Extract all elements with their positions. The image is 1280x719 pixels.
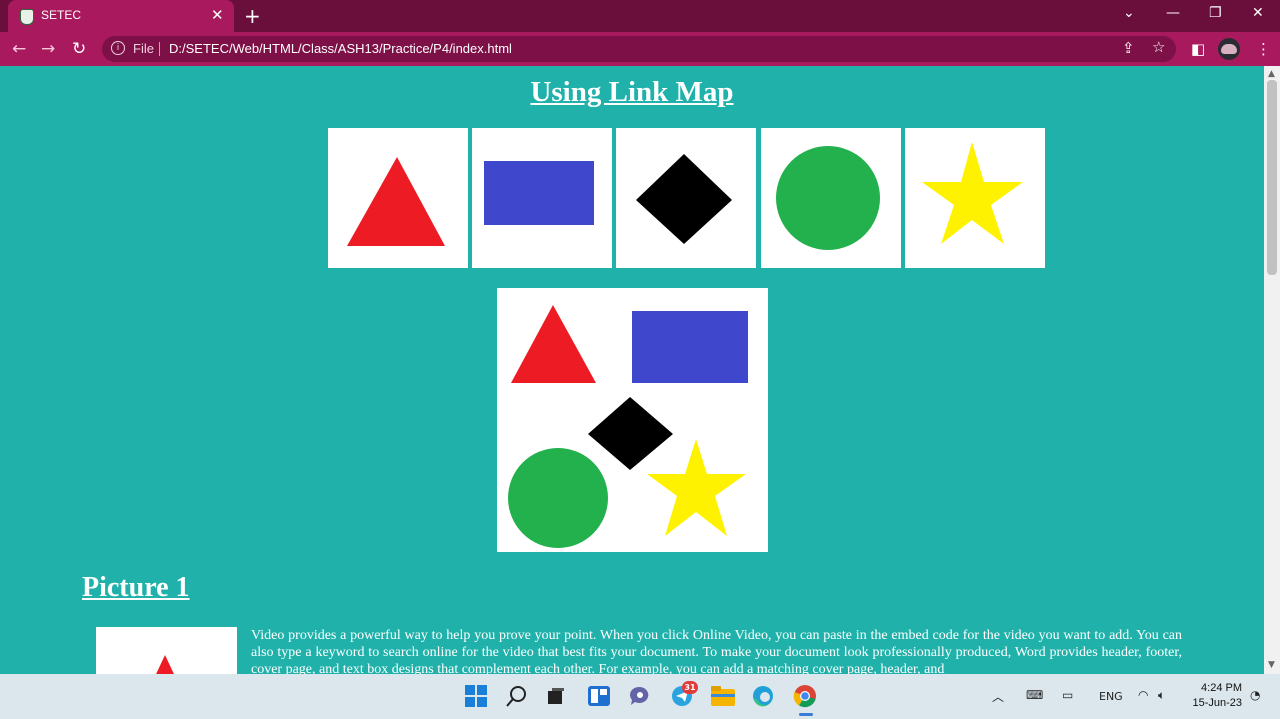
minimize-button[interactable]: — (1166, 5, 1180, 21)
url-text[interactable]: D:/SETEC/Web/HTML/Class/ASH13/Practice/P… (169, 41, 512, 56)
map-diamond-area (588, 397, 673, 470)
circle-link-image[interactable] (761, 128, 901, 268)
show-hidden-icons-chevron-icon[interactable]: ︿ (992, 688, 1004, 705)
display-icon[interactable]: ▭ (1062, 688, 1073, 702)
side-panel-icon[interactable]: ◧ (1191, 40, 1205, 58)
page-scrollbar[interactable]: ▲ ▼ (1264, 66, 1280, 674)
task-view-icon[interactable] (546, 687, 566, 705)
chat-icon[interactable] (629, 686, 651, 706)
image-map-shapes (508, 305, 748, 548)
wifi-icon[interactable]: ◠ (1138, 688, 1148, 702)
clock-date[interactable]: 15-Jun-23 (1190, 697, 1242, 709)
tab-search-chevron-icon[interactable]: ⌄ (1123, 5, 1135, 21)
scroll-up-arrow-icon[interactable]: ▲ (1268, 69, 1275, 79)
start-windows-icon[interactable] (465, 685, 487, 707)
window-close-button[interactable]: ✕ (1252, 5, 1264, 21)
widgets-icon[interactable] (588, 686, 610, 706)
picture-heading: Picture 1 (82, 572, 190, 603)
circle-icon (776, 146, 880, 250)
windows-taskbar: 31 ︿ ⌨ ▭ ENG ◠ 🔈︎ 4:24 PM 15-Jun-23 ◔ (0, 674, 1280, 719)
bookmark-star-icon[interactable]: ☆ (1152, 38, 1165, 56)
file-scheme-label: File (133, 41, 154, 56)
star-link-image[interactable] (905, 128, 1045, 268)
share-icon[interactable]: ⇪ (1122, 39, 1135, 57)
tab-title: SETEC (41, 8, 82, 22)
browser-tab[interactable]: SETEC ✕ (8, 0, 234, 32)
thumbnail-triangle-icon (156, 655, 174, 674)
diamond-icon (636, 154, 732, 244)
browser-toolbar: ← → ↻ i File D:/SETEC/Web/HTML/Class/ASH… (0, 32, 1280, 66)
address-separator (159, 42, 160, 56)
triangle-icon (347, 157, 445, 246)
map-triangle-area (511, 305, 596, 383)
setec-favicon-icon (20, 9, 34, 25)
scroll-down-arrow-icon[interactable]: ▼ (1268, 660, 1275, 670)
reload-icon[interactable]: ↻ (72, 39, 86, 59)
scroll-thumb[interactable] (1267, 80, 1277, 275)
edge-browser-icon[interactable] (752, 685, 774, 707)
file-explorer-icon[interactable] (711, 686, 735, 706)
volume-icon[interactable]: 🔈︎ (1158, 688, 1165, 703)
shapes-image-map[interactable] (497, 288, 768, 552)
triangle-link-image[interactable] (328, 128, 468, 268)
address-bar[interactable]: i File D:/SETEC/Web/HTML/Class/ASH13/Pra… (102, 36, 1176, 62)
star-icon (922, 142, 1023, 244)
keyboard-icon[interactable]: ⌨ (1026, 688, 1043, 702)
restore-button[interactable]: ❐ (1209, 5, 1222, 21)
clock-time[interactable]: 4:24 PM (1190, 682, 1242, 694)
map-circle-area (508, 448, 608, 548)
web-page: Using Link Map Picture 1 Video provides … (0, 66, 1264, 674)
picture-thumbnail (96, 627, 237, 674)
map-star-area (647, 439, 746, 536)
info-icon[interactable]: i (111, 41, 125, 55)
notifications-icon[interactable]: ◔ (1250, 688, 1260, 702)
rectangle-link-image[interactable] (472, 128, 612, 268)
map-rectangle-area (632, 311, 748, 383)
new-tab-button[interactable]: + (244, 4, 261, 28)
search-icon[interactable] (506, 685, 528, 707)
chrome-browser-icon[interactable] (793, 684, 817, 708)
picture-description: Video provides a powerful way to help yo… (251, 628, 1182, 674)
tab-close-button[interactable]: ✕ (211, 6, 224, 24)
telegram-badge: 31 (682, 681, 698, 694)
active-app-indicator (799, 713, 813, 716)
rectangle-icon (484, 161, 594, 225)
page-heading: Using Link Map (530, 76, 734, 108)
forward-arrow-icon[interactable]: → (41, 39, 55, 59)
profile-avatar[interactable] (1218, 38, 1240, 60)
menu-kebab-icon[interactable]: ⋮ (1256, 40, 1271, 58)
language-indicator[interactable]: ENG (1099, 690, 1123, 703)
browser-tab-strip: SETEC ✕ + ⌄ — ❐ ✕ (0, 0, 1280, 32)
back-arrow-icon[interactable]: ← (12, 39, 26, 59)
diamond-link-image[interactable] (616, 128, 756, 268)
